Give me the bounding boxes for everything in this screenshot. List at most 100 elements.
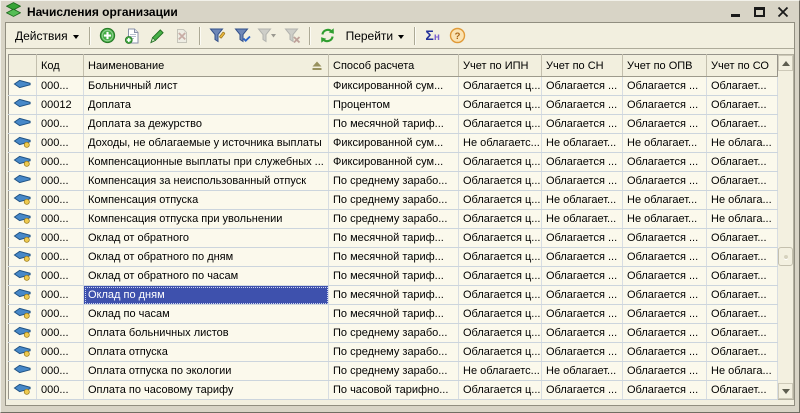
cell-opv[interactable]: Облагается ... xyxy=(623,229,707,248)
cell-opv[interactable]: Облагается ... xyxy=(623,77,707,96)
cell-code[interactable]: 000... xyxy=(37,381,84,400)
cell-method[interactable]: По часовой тарифно... xyxy=(329,381,459,400)
cell-opv[interactable]: Облагается ... xyxy=(623,153,707,172)
cell-opv[interactable]: Облагается ... xyxy=(623,362,707,381)
table-row[interactable]: 000...Доходы, не облагаемые у источника … xyxy=(9,134,778,153)
cell-method[interactable]: По месячной тариф... xyxy=(329,305,459,324)
cell-so[interactable]: Облагает... xyxy=(707,172,778,191)
cell-so[interactable]: Облагает... xyxy=(707,324,778,343)
cell-code[interactable]: 000... xyxy=(37,286,84,305)
table-row[interactable]: 000...Оклад от обратногоПо месячной тари… xyxy=(9,229,778,248)
cell-ipn[interactable]: Облагается ц... xyxy=(459,286,542,305)
cell-opv[interactable]: Облагается ... xyxy=(623,286,707,305)
cell-name[interactable]: Оклад от обратного по часам xyxy=(84,267,329,286)
cell-method[interactable]: По среднему зарабо... xyxy=(329,191,459,210)
refresh-button[interactable] xyxy=(316,25,339,47)
cell-name[interactable]: Оклад по дням xyxy=(84,286,329,305)
cell-so[interactable]: Облагает... xyxy=(707,153,778,172)
add-button[interactable] xyxy=(96,25,119,47)
table-row[interactable]: 000...Оплата по часовому тарифуПо часово… xyxy=(9,381,778,400)
cell-name[interactable]: Оплата больничных листов xyxy=(84,324,329,343)
filter-by-value-button[interactable] xyxy=(231,25,254,47)
cell-code[interactable]: 000... xyxy=(37,153,84,172)
cell-code[interactable]: 000... xyxy=(37,115,84,134)
cell-code[interactable]: 000... xyxy=(37,362,84,381)
cell-ipn[interactable]: Облагается ц... xyxy=(459,267,542,286)
cell-sn[interactable]: Облагается ... xyxy=(542,229,623,248)
table-row[interactable]: 000...Больничный листФиксированной сум..… xyxy=(9,77,778,96)
cell-ipn[interactable]: Не облагаетс... xyxy=(459,134,542,153)
cell-name[interactable]: Оплата отпуска xyxy=(84,343,329,362)
actions-button[interactable]: Действия xyxy=(10,27,84,45)
cell-code[interactable]: 000... xyxy=(37,172,84,191)
table-row[interactable]: 000...Оклад по часамПо месячной тариф...… xyxy=(9,305,778,324)
cell-name[interactable]: Доходы, не облагаемые у источника выплат… xyxy=(84,134,329,153)
table-row[interactable]: 000...Компенсационные выплаты при служеб… xyxy=(9,153,778,172)
sum-totals-button[interactable]: Σн xyxy=(421,25,444,47)
cell-method[interactable]: По среднему зарабо... xyxy=(329,362,459,381)
cell-ipn[interactable]: Облагается ц... xyxy=(459,305,542,324)
cell-so[interactable]: Облагает... xyxy=(707,77,778,96)
cell-code[interactable]: 000... xyxy=(37,191,84,210)
filter-clear-button[interactable] xyxy=(281,25,304,47)
header-code[interactable]: Код xyxy=(37,55,84,77)
cell-opv[interactable]: Облагается ... xyxy=(623,248,707,267)
cell-so[interactable]: Облагает... xyxy=(707,381,778,400)
vertical-scrollbar[interactable] xyxy=(778,54,794,400)
add-copy-button[interactable] xyxy=(121,25,144,47)
cell-name[interactable]: Оплата по часовому тарифу xyxy=(84,381,329,400)
cell-method[interactable]: По месячной тариф... xyxy=(329,115,459,134)
cell-so[interactable]: Облагает... xyxy=(707,248,778,267)
cell-ipn[interactable]: Облагается ц... xyxy=(459,210,542,229)
cell-name[interactable]: Больничный лист xyxy=(84,77,329,96)
cell-sn[interactable]: Не облагает... xyxy=(542,134,623,153)
cell-name[interactable]: Компенсация отпуска xyxy=(84,191,329,210)
cell-so[interactable]: Облагает... xyxy=(707,115,778,134)
cell-code[interactable]: 000... xyxy=(37,229,84,248)
header-opv[interactable]: Учет по ОПВ xyxy=(623,55,707,77)
cell-sn[interactable]: Облагается ... xyxy=(542,381,623,400)
cell-method[interactable]: По среднему зарабо... xyxy=(329,210,459,229)
table-row[interactable]: 000...Оплата отпускаПо среднему зарабо..… xyxy=(9,343,778,362)
minimize-button[interactable] xyxy=(729,6,741,18)
cell-so[interactable]: Не облага... xyxy=(707,362,778,381)
cell-method[interactable]: По среднему зарабо... xyxy=(329,172,459,191)
table-row[interactable]: 000...Оклад от обратного по днямПо месяч… xyxy=(9,248,778,267)
close-button[interactable] xyxy=(777,6,789,18)
table-row[interactable]: 000...Оклад от обратного по часамПо меся… xyxy=(9,267,778,286)
cell-name[interactable]: Оклад от обратного xyxy=(84,229,329,248)
titlebar[interactable]: Начисления организации xyxy=(1,1,799,22)
header-name[interactable]: Наименование xyxy=(84,55,329,77)
cell-name[interactable]: Доплата за дежурство xyxy=(84,115,329,134)
cell-so[interactable]: Не облага... xyxy=(707,134,778,153)
cell-ipn[interactable]: Не облагаетс... xyxy=(459,362,542,381)
cell-opv[interactable]: Облагается ... xyxy=(623,172,707,191)
cell-opv[interactable]: Облагается ... xyxy=(623,305,707,324)
cell-opv[interactable]: Облагается ... xyxy=(623,324,707,343)
cell-code[interactable]: 00012 xyxy=(37,96,84,115)
cell-code[interactable]: 000... xyxy=(37,343,84,362)
cell-so[interactable]: Не облага... xyxy=(707,191,778,210)
cell-opv[interactable]: Облагается ... xyxy=(623,267,707,286)
cell-code[interactable]: 000... xyxy=(37,134,84,153)
cell-opv[interactable]: Не облагает... xyxy=(623,134,707,153)
table-row[interactable]: 000...Компенсация отпускаПо среднему зар… xyxy=(9,191,778,210)
cell-name[interactable]: Оклад по часам xyxy=(84,305,329,324)
cell-sn[interactable]: Облагается ... xyxy=(542,248,623,267)
scroll-up-button[interactable] xyxy=(778,55,793,71)
table-row[interactable]: 000...Доплата за дежурствоПо месячной та… xyxy=(9,115,778,134)
header-so[interactable]: Учет по СО xyxy=(707,55,778,77)
table-row[interactable]: 000...Компенсация отпуска при увольнении… xyxy=(9,210,778,229)
cell-sn[interactable]: Облагается ... xyxy=(542,286,623,305)
scroll-down-button[interactable] xyxy=(778,383,793,399)
cell-opv[interactable]: Облагается ... xyxy=(623,343,707,362)
cell-sn[interactable]: Облагается ... xyxy=(542,343,623,362)
help-button[interactable]: ? xyxy=(446,25,469,47)
cell-opv[interactable]: Не облагает... xyxy=(623,210,707,229)
cell-code[interactable]: 000... xyxy=(37,248,84,267)
cell-ipn[interactable]: Облагается ц... xyxy=(459,381,542,400)
header-sn[interactable]: Учет по СН xyxy=(542,55,623,77)
cell-ipn[interactable]: Облагается ц... xyxy=(459,115,542,134)
edit-button[interactable] xyxy=(146,25,169,47)
cell-so[interactable]: Не облага... xyxy=(707,210,778,229)
